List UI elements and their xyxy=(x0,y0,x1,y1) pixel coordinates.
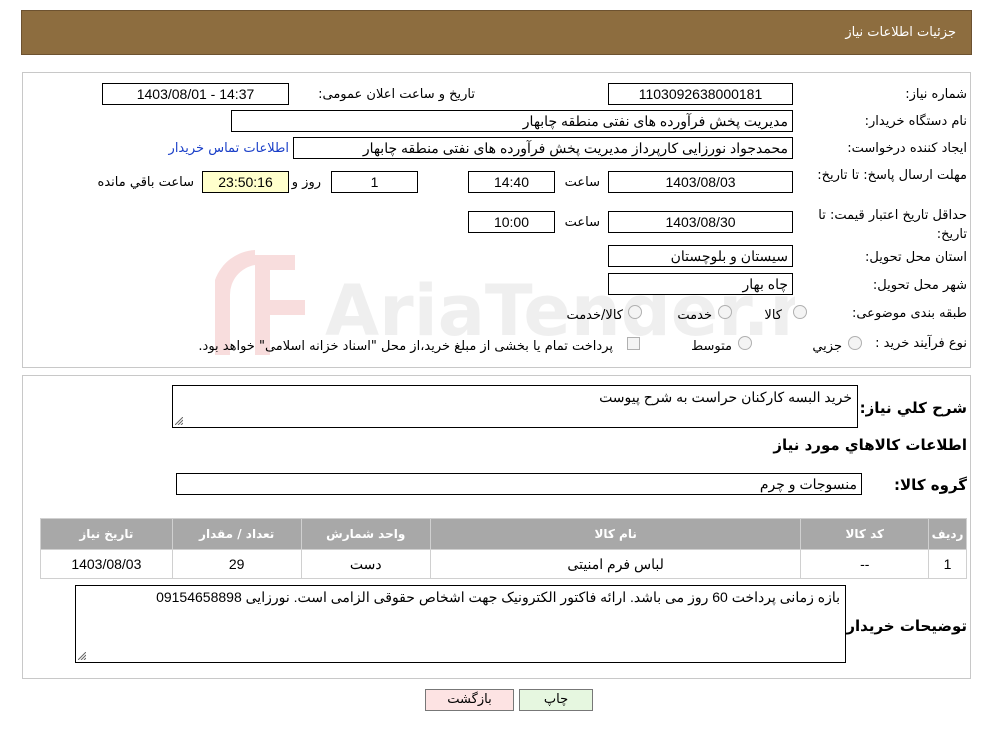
general-desc-label: شرح کلي نیاز: xyxy=(859,399,967,417)
remaining-time-field: 23:50:16 xyxy=(202,171,289,193)
buyer-org-field: مدیریت پخش فرآورده های نفتی منطقه چابهار xyxy=(231,110,793,132)
process-medium-radio[interactable] xyxy=(738,336,752,350)
cell-date: 1403/08/03 xyxy=(40,549,173,579)
remaining-label: ساعت باقي مانده xyxy=(97,175,194,190)
deadline-label: مهلت ارسال پاسخ: تا تاریخ: xyxy=(817,168,967,183)
cell-name: لباس فرم امنیتی xyxy=(429,549,802,579)
requester-field: محمدجواد نورزایی کارپرداز مدیریت پخش فرآ… xyxy=(293,137,793,159)
general-desc-text: خرید البسه کارکنان حراست به شرح پیوست xyxy=(599,389,852,405)
days-field: 1 xyxy=(331,171,418,193)
category-label: طبقه بندی موضوعی: xyxy=(851,306,967,321)
process-type-label: نوع فرآیند خرید : xyxy=(875,336,967,351)
buyer-notes-text: بازه زمانی پرداخت 60 روز می باشد. ارائه … xyxy=(156,589,840,605)
category-service-radio[interactable] xyxy=(718,305,732,319)
col-qty-header: تعداد / مقدار xyxy=(171,518,302,550)
category-goods-label: کالا xyxy=(764,308,782,323)
page-title: جزئیات اطلاعات نیاز xyxy=(845,25,956,40)
province-label: استان محل تحویل: xyxy=(865,250,967,265)
category-goods-service-radio[interactable] xyxy=(628,305,642,319)
need-number-label: شماره نیاز: xyxy=(905,87,967,102)
cell-row: 1 xyxy=(928,549,967,579)
cell-unit: دست xyxy=(300,549,431,579)
page-header: جزئیات اطلاعات نیاز xyxy=(21,10,972,55)
category-service-label: خدمت xyxy=(677,308,712,323)
table-row: 1 -- لباس فرم امنیتی دست 29 1403/08/03 xyxy=(40,549,967,579)
treasury-payment-checkbox[interactable] xyxy=(627,337,640,350)
announce-datetime-label: تاریخ و ساعت اعلان عمومی: xyxy=(318,87,475,102)
process-medium-label: متوسط xyxy=(691,339,732,354)
validity-time-field: 10:00 xyxy=(468,211,555,233)
col-unit-header: واحد شمارش xyxy=(300,518,431,550)
category-goods-service-label: کالا/خدمت xyxy=(566,308,623,323)
city-label: شهر محل تحویل: xyxy=(872,278,967,293)
deadline-time-label: ساعت xyxy=(564,175,600,190)
requester-label: ایجاد کننده درخواست: xyxy=(847,141,967,156)
buyer-notes-field: بازه زمانی پرداخت 60 روز می باشد. ارائه … xyxy=(75,585,846,663)
col-code-header: کد کالا xyxy=(800,518,930,550)
buyer-contact-link[interactable]: اطلاعات تماس خریدار xyxy=(169,141,289,156)
back-button[interactable]: بازگشت xyxy=(425,689,514,711)
col-name-header: نام کالا xyxy=(429,518,802,550)
buyer-org-label: نام دستگاه خریدار: xyxy=(864,114,967,129)
announce-datetime-field: 1403/08/01 - 14:37 xyxy=(102,83,289,105)
items-table: ردیف کد کالا نام کالا واحد شمارش تعداد /… xyxy=(40,518,967,579)
general-desc-field: خرید البسه کارکنان حراست به شرح پیوست xyxy=(172,385,858,428)
days-and-label: روز و xyxy=(291,175,321,190)
buyer-notes-label: توضیحات خریدار: xyxy=(840,617,967,635)
resize-grip-icon[interactable] xyxy=(78,652,86,660)
deadline-date-field: 1403/08/03 xyxy=(608,171,793,193)
cell-code: -- xyxy=(800,549,930,579)
category-goods-radio[interactable] xyxy=(793,305,807,319)
cell-qty: 29 xyxy=(171,549,302,579)
col-row-header: ردیف xyxy=(928,518,967,550)
validity-date-field: 1403/08/30 xyxy=(608,211,793,233)
price-validity-label: حداقل تاریخ اعتبار قیمت: تا تاریخ: xyxy=(818,208,967,242)
items-info-heading: اطلاعات کالاهاي مورد نیاز xyxy=(773,436,967,454)
goods-group-label: گروه کالا: xyxy=(894,476,967,494)
process-minor-radio[interactable] xyxy=(848,336,862,350)
goods-group-field: منسوجات و چرم xyxy=(176,473,862,495)
need-number-field: 1103092638000181 xyxy=(608,83,793,105)
resize-grip-icon[interactable] xyxy=(175,417,183,425)
payment-note: پرداخت تمام یا بخشی از مبلغ خرید،از محل … xyxy=(198,339,613,354)
process-minor-label: جزيي xyxy=(812,339,842,354)
validity-time-label: ساعت xyxy=(564,215,600,230)
print-button[interactable]: چاپ xyxy=(519,689,593,711)
province-field: سیستان و بلوچستان xyxy=(608,245,793,267)
col-date-header: تاریخ نیاز xyxy=(40,518,173,550)
deadline-time-field: 14:40 xyxy=(468,171,555,193)
items-table-header: ردیف کد کالا نام کالا واحد شمارش تعداد /… xyxy=(40,518,967,550)
city-field: چاه بهار xyxy=(608,273,793,295)
